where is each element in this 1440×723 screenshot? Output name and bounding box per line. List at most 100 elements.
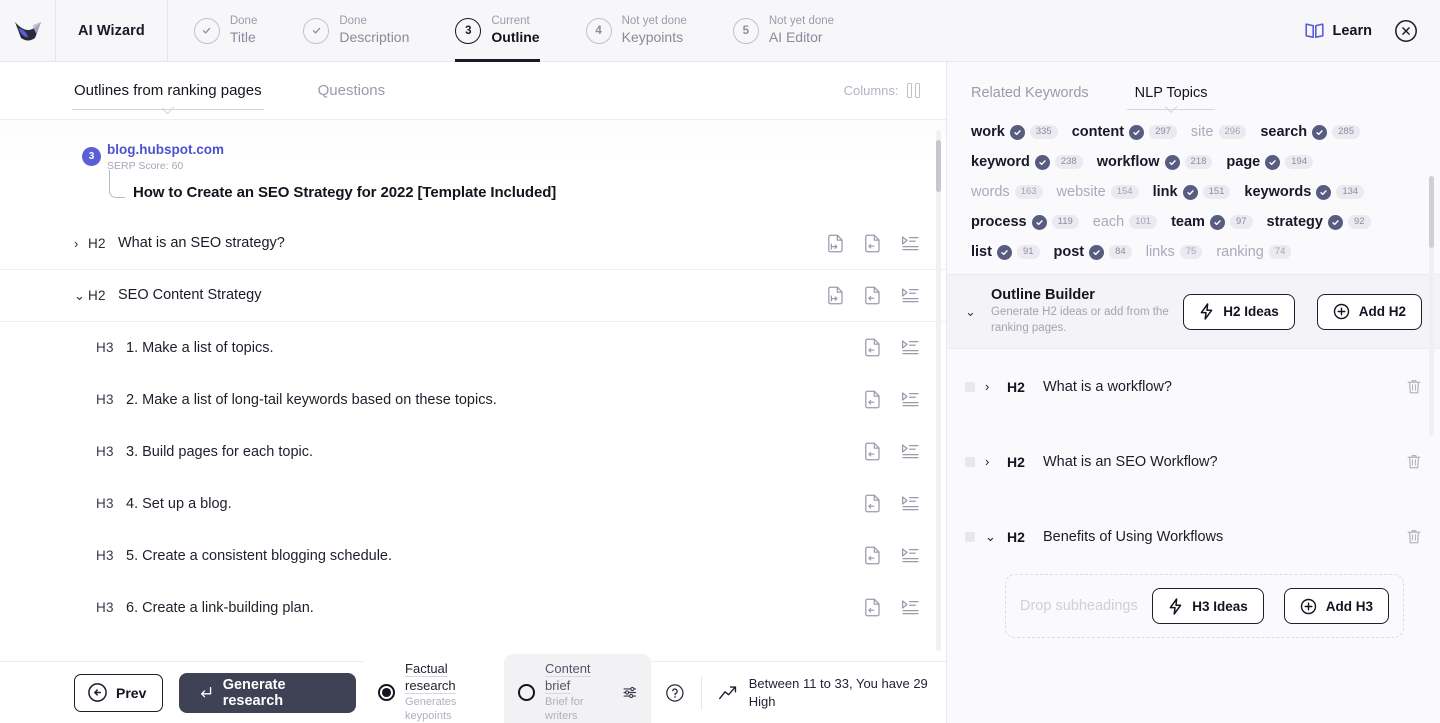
nlp-scrollbar-thumb[interactable] — [1429, 176, 1434, 248]
outline-row-h3-4[interactable]: H3 4. Set up a blog. — [0, 478, 946, 530]
content-score-indicator: Between 11 to 33, You have 29 High — [718, 675, 928, 710]
nlp-topic-chip[interactable]: team 97 — [1171, 214, 1253, 230]
nlp-topic-chip[interactable]: list 91 — [971, 244, 1040, 260]
columns-control[interactable]: Columns: — [844, 83, 920, 98]
generate-research-button[interactable]: Generate research — [179, 672, 357, 713]
nlp-topic-chip[interactable]: website 154 — [1057, 184, 1139, 200]
nlp-topic-chip[interactable]: site 296 — [1191, 124, 1247, 140]
drag-handle-icon[interactable] — [965, 456, 975, 467]
nlp-topic-chip[interactable]: keywords 134 — [1244, 184, 1365, 200]
chevron-down-icon[interactable]: ⌄ — [985, 529, 997, 545]
builder-row-text[interactable]: Benefits of Using Workflows — [1043, 529, 1396, 545]
serp-domain[interactable]: blog.hubspot.com — [107, 142, 920, 159]
nlp-topic-chip[interactable]: post 84 — [1054, 244, 1132, 260]
delete-icon[interactable] — [1406, 453, 1422, 470]
h2-ideas-button[interactable]: H2 Ideas — [1183, 293, 1295, 330]
tab-related-keywords[interactable]: Related Keywords — [971, 85, 1089, 114]
radio-content-brief[interactable]: Content brief Brief for writers — [504, 654, 652, 723]
wizard-step-title[interactable]: Done Title — [193, 0, 282, 62]
content-score-text: Between 11 to 33, You have 29 High — [748, 675, 928, 709]
outline-row-h3-3[interactable]: H3 3. Build pages for each topic. — [0, 426, 946, 478]
prev-label: Prev — [116, 684, 147, 701]
sliders-icon[interactable] — [622, 683, 638, 702]
nlp-topic-chip[interactable]: search 285 — [1260, 124, 1360, 140]
wizard-step-keypoints[interactable]: 4 Not yet done Keypoints — [585, 0, 711, 62]
outline-preview-icon[interactable] — [901, 599, 920, 616]
builder-row-text[interactable]: What is an SEO Workflow? — [1043, 454, 1396, 470]
prev-button[interactable]: Prev — [74, 673, 164, 712]
step-status-keypoints: Not yet done — [621, 15, 687, 28]
outline-preview-icon[interactable] — [901, 495, 920, 512]
add-h2-button[interactable]: Add H2 — [1316, 293, 1422, 330]
add-all-to-outline-icon[interactable] — [827, 286, 844, 305]
builder-row-benefits-of-using-workflows[interactable]: ⌄ H2 Benefits of Using Workflows — [965, 499, 1422, 574]
drag-handle-icon[interactable] — [965, 381, 975, 392]
builder-row-text[interactable]: What is a workflow? — [1043, 379, 1396, 395]
nlp-topic-chip[interactable]: words 163 — [971, 184, 1043, 200]
add-all-to-outline-icon[interactable] — [827, 234, 844, 253]
chevron-down-icon[interactable]: ⌄ — [965, 304, 979, 320]
outline-preview-icon[interactable] — [901, 235, 920, 252]
outline-preview-icon[interactable] — [901, 443, 920, 460]
delete-icon[interactable] — [1406, 528, 1422, 545]
outline-row-h2-seo-content-strategy[interactable]: ⌄ H2 SEO Content Strategy — [0, 270, 946, 322]
outline-row-text: What is an SEO strategy? — [118, 235, 285, 252]
wizard-step-ai-editor[interactable]: 5 Not yet done AI Editor — [732, 0, 858, 62]
outline-preview-icon[interactable] — [901, 547, 920, 564]
heading-level-tag: H3 — [96, 496, 114, 512]
wizard-footer: Prev Generate research Factual research … — [0, 654, 946, 723]
nlp-topic-chip[interactable]: content 297 — [1072, 124, 1177, 140]
add-to-outline-icon[interactable] — [864, 234, 881, 253]
nlp-topic-chip[interactable]: process 119 — [971, 214, 1079, 230]
tab-outlines-from-ranking-pages[interactable]: Outlines from ranking pages — [72, 62, 264, 120]
nlp-topic-chip[interactable]: links 75 — [1146, 244, 1203, 260]
add-to-outline-icon[interactable] — [864, 286, 881, 305]
wizard-step-outline[interactable]: 3 Current Outline — [455, 0, 563, 62]
nlp-topic-chip[interactable]: ranking 74 — [1216, 244, 1292, 260]
outline-preview-icon[interactable] — [901, 391, 920, 408]
add-to-outline-icon[interactable] — [864, 546, 881, 565]
learn-button[interactable]: Learn — [1304, 22, 1372, 39]
outline-row-h3-5[interactable]: H3 5. Create a consistent blogging sched… — [0, 530, 946, 582]
builder-row-what-is-an-seo-workflow[interactable]: › H2 What is an SEO Workflow? — [965, 424, 1422, 499]
outline-preview-icon[interactable] — [901, 287, 920, 304]
nlp-topic-chip[interactable]: link 151 — [1153, 184, 1231, 200]
nlp-topic-chip[interactable]: page 194 — [1226, 154, 1314, 170]
nlp-topic-chip[interactable]: keyword 238 — [971, 154, 1083, 170]
outline-preview-icon[interactable] — [901, 339, 920, 356]
add-to-outline-icon[interactable] — [864, 598, 881, 617]
tab-questions[interactable]: Questions — [318, 62, 386, 120]
nlp-scrollbar[interactable] — [1429, 176, 1434, 436]
wizard-step-description[interactable]: Done Description — [303, 0, 433, 62]
outline-row-h3-6[interactable]: H3 6. Create a link-building plan. — [0, 582, 946, 634]
chevron-right-icon[interactable]: › — [985, 379, 997, 394]
radio-factual-research[interactable]: Factual research Generates keypoints — [364, 654, 504, 723]
add-h3-button[interactable]: Add H3 — [1283, 588, 1389, 625]
chevron-right-icon[interactable]: › — [74, 237, 88, 250]
outline-row-h3-1[interactable]: H3 1. Make a list of topics. — [0, 322, 946, 374]
left-scrollbar[interactable] — [936, 130, 941, 651]
builder-row-what-is-a-workflow[interactable]: › H2 What is a workflow? — [965, 349, 1422, 424]
drag-handle-icon[interactable] — [965, 531, 975, 542]
left-scrollbar-thumb[interactable] — [936, 140, 941, 192]
nlp-topic-chip[interactable]: strategy 92 — [1267, 214, 1371, 230]
add-to-outline-icon[interactable] — [864, 442, 881, 461]
help-circle-icon[interactable] — [665, 682, 685, 704]
nlp-topic-count: 91 — [1016, 245, 1040, 259]
h3-ideas-button[interactable]: H3 Ideas — [1152, 588, 1264, 625]
chevron-down-icon[interactable]: ⌄ — [74, 289, 88, 302]
delete-icon[interactable] — [1406, 378, 1422, 395]
outline-row-h3-2[interactable]: H3 2. Make a list of long-tail keywords … — [0, 374, 946, 426]
outline-row-h2-what-is-an-seo-strategy[interactable]: › H2 What is an SEO strategy? — [0, 218, 946, 270]
close-icon[interactable] — [1394, 19, 1418, 43]
add-to-outline-icon[interactable] — [864, 338, 881, 357]
add-to-outline-icon[interactable] — [864, 390, 881, 409]
h3-drop-zone[interactable]: Drop subheadings H3 Ideas Add H3 — [1005, 574, 1404, 639]
nlp-topic-chip[interactable]: each 101 — [1093, 214, 1158, 230]
nlp-topic-chip[interactable]: workflow 218 — [1097, 154, 1213, 170]
tab-nlp-topics[interactable]: NLP Topics — [1126, 85, 1216, 114]
chevron-right-icon[interactable]: › — [985, 454, 997, 469]
nlp-topic-count: 97 — [1229, 215, 1253, 229]
nlp-topic-chip[interactable]: work 335 — [971, 124, 1058, 140]
add-to-outline-icon[interactable] — [864, 494, 881, 513]
